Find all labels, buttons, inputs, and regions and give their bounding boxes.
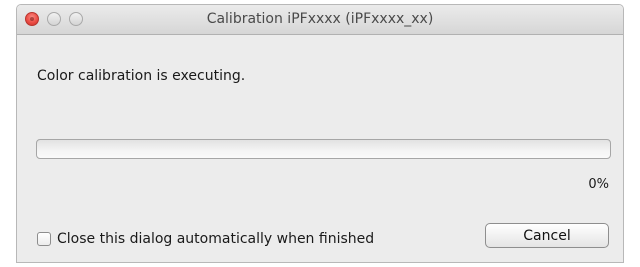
calibration-dialog-window: Calibration iPFxxxx (iPFxxxx_xx) Color c… bbox=[16, 4, 624, 263]
auto-close-option[interactable]: Close this dialog automatically when fin… bbox=[37, 230, 374, 248]
title-bar[interactable]: Calibration iPFxxxx (iPFxxxx_xx) bbox=[17, 5, 623, 35]
auto-close-checkbox[interactable] bbox=[37, 232, 51, 246]
auto-close-label[interactable]: Close this dialog automatically when fin… bbox=[57, 231, 374, 247]
window-title: Calibration iPFxxxx (iPFxxxx_xx) bbox=[206, 11, 434, 27]
cancel-button[interactable]: Cancel bbox=[485, 223, 609, 248]
status-message: Color calibration is executing. bbox=[37, 68, 246, 84]
progress-percent-label: 0% bbox=[588, 177, 609, 192]
progress-bar bbox=[36, 139, 611, 159]
